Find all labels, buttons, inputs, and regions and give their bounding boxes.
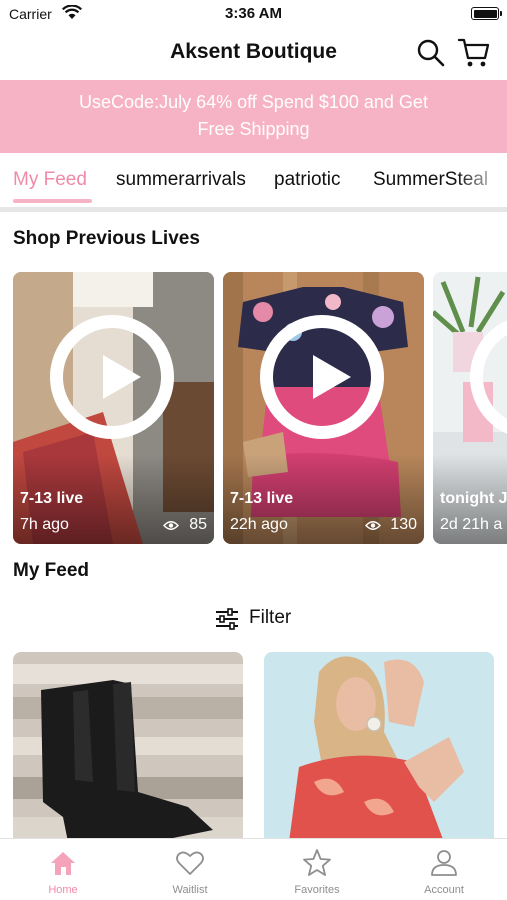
tabbar-label: Favorites <box>294 884 340 896</box>
heart-icon <box>176 851 204 875</box>
eye-icon <box>365 521 381 530</box>
active-tab-indicator <box>13 199 92 203</box>
live-time-ago: 22h ago <box>230 516 288 533</box>
product-card[interactable] <box>264 652 494 842</box>
tabs-divider <box>0 207 507 212</box>
clock: 3:36 AM <box>225 5 282 22</box>
live-name: 7-13 live <box>230 490 294 507</box>
live-card[interactable]: 7-13 live 7h ago 85 <box>13 272 214 544</box>
product-image <box>264 652 494 842</box>
search-icon[interactable] <box>416 38 446 68</box>
product-image <box>13 652 243 842</box>
tabbar-item-waitlist[interactable]: Waitlist <box>127 839 253 900</box>
tabbar-label: Home <box>48 884 78 896</box>
live-view-count: 85 <box>189 516 207 533</box>
promo-banner[interactable]: UseCode:July 64% off Spend $100 and Get … <box>0 80 507 153</box>
tabbar-item-account[interactable]: Account <box>381 839 507 900</box>
star-icon <box>303 849 331 876</box>
filter-label: Filter <box>249 607 292 628</box>
status-bar: Carrier 3:36 AM <box>0 0 507 28</box>
tabbar-label: Waitlist <box>172 884 208 896</box>
play-icon[interactable] <box>50 315 174 439</box>
section-title-my-feed: My Feed <box>13 560 90 581</box>
app-header: Aksent Boutique <box>0 28 507 80</box>
previous-lives-carousel[interactable]: 7-13 live 7h ago 85 7-13 live 22h ago 13… <box>0 272 507 544</box>
promo-line-1: UseCode:July 64% off Spend $100 and Get <box>79 92 428 112</box>
live-time-ago: 2d 21h a <box>440 516 503 533</box>
person-icon <box>431 850 457 876</box>
product-card[interactable] <box>13 652 243 842</box>
live-view-count: 130 <box>390 516 417 533</box>
section-title-previous-lives: Shop Previous Lives <box>13 228 200 249</box>
promo-line-2: Free Shipping <box>197 119 310 139</box>
live-card[interactable]: tonight J 2d 21h a <box>433 272 507 544</box>
live-time-ago: 7h ago <box>20 516 69 533</box>
tab-my-feed[interactable]: My Feed <box>13 169 87 191</box>
home-icon <box>51 852 75 875</box>
tab-summerarrivals[interactable]: summerarrivals <box>116 169 246 191</box>
live-name: tonight J <box>440 490 507 507</box>
battery-icon <box>471 7 502 20</box>
eye-icon <box>163 521 179 530</box>
cart-icon[interactable] <box>457 37 491 69</box>
tab-patriotic[interactable]: patriotic <box>274 169 341 191</box>
live-card[interactable]: 7-13 live 22h ago 130 <box>223 272 424 544</box>
tabbar-item-home[interactable]: Home <box>0 839 126 900</box>
category-tabs: My Feed summerarrivals patriotic SummerS… <box>0 153 507 209</box>
tabbar-item-favorites[interactable]: Favorites <box>254 839 380 900</box>
play-icon[interactable] <box>260 315 384 439</box>
bottom-tab-bar: Home Waitlist Favorites Account <box>0 838 507 900</box>
sliders-icon <box>216 608 238 630</box>
live-name: 7-13 live <box>20 490 84 507</box>
tabbar-label: Account <box>424 884 464 896</box>
